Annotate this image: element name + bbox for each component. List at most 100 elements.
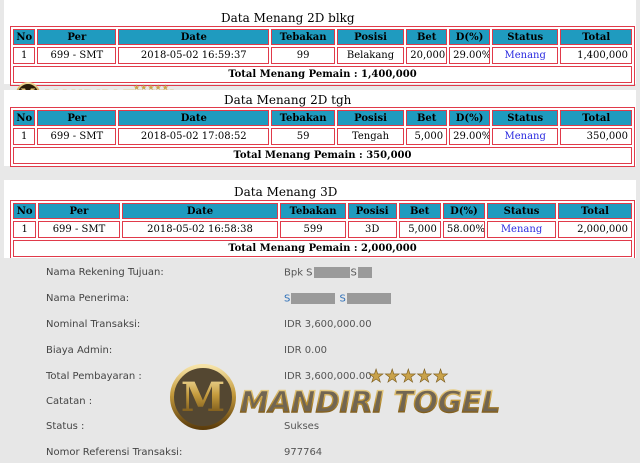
nama-penerima-name-2: S <box>339 293 346 305</box>
total-menang-label: Total Menang Pemain : 2,000,000 <box>13 240 632 257</box>
rekening-tujuan-name-2: S <box>350 267 357 279</box>
catatan-label: Catatan : <box>46 396 93 407</box>
table-header-row: No Per Date Tebakan Posisi Bet D(%) Stat… <box>13 29 632 45</box>
total-menang-label: Total Menang Pemain : 1,400,000 <box>13 66 632 83</box>
col-header: Total <box>560 29 632 45</box>
rekening-tujuan-label: Nama Rekening Tujuan: <box>46 267 164 278</box>
nomor-referensi-value: 977764 <box>284 447 323 458</box>
redaction-mask <box>313 267 350 278</box>
cell-per: 699 - SMT <box>38 221 120 238</box>
col-header: D(%) <box>449 29 490 45</box>
status-label: Status : <box>46 421 85 432</box>
nominal-transaksi-value: IDR 3,600,000.00 <box>284 319 372 330</box>
col-header: Tebakan <box>271 29 335 45</box>
table-total-row: Total Menang Pemain : 350,000 <box>13 147 632 164</box>
svg-text:MANDIRI TOGEL: MANDIRI TOGEL <box>240 385 500 419</box>
cell-total: 2,000,000 <box>557 221 632 238</box>
nama-penerima-name: S <box>284 293 291 305</box>
redaction-mask <box>357 267 372 278</box>
col-header: Status <box>491 29 559 45</box>
cell-per: 699 - SMT <box>37 47 117 64</box>
win-table-3d: No Per Date Tebakan Posisi Bet D(%) Stat… <box>10 200 635 260</box>
cell-posisi: 3D <box>347 221 397 238</box>
cell-tebakan: 599 <box>280 221 346 238</box>
table-title: Data Menang 3D <box>234 185 338 199</box>
col-header: Total <box>560 110 632 126</box>
cell-status: Menang <box>491 128 559 145</box>
total-menang-label: Total Menang Pemain : 350,000 <box>13 147 632 164</box>
nama-penerima-value: S S <box>284 293 392 305</box>
col-header: Date <box>118 29 270 45</box>
table-header-row: No Per Date Tebakan Posisi Bet D(%) Stat… <box>13 203 632 219</box>
svg-text:M: M <box>181 374 225 421</box>
col-header: Status <box>491 110 559 126</box>
col-header: Per <box>38 203 120 219</box>
col-header: Per <box>37 29 117 45</box>
col-header: Posisi <box>336 110 405 126</box>
table-header-row: No Per Date Tebakan Posisi Bet D(%) Stat… <box>13 110 632 126</box>
cell-discount: 29.00% <box>449 128 490 145</box>
col-header: No <box>13 29 36 45</box>
col-header: Date <box>121 203 279 219</box>
nominal-transaksi-label: Nominal Transaksi: <box>46 319 141 330</box>
rekening-tujuan-name: Bpk S <box>284 267 313 279</box>
cell-no: 1 <box>13 221 37 238</box>
win-table-2d-tgh: No Per Date Tebakan Posisi Bet D(%) Stat… <box>10 107 635 167</box>
nomor-referensi-label: Nomor Referensi Transaksi: <box>46 447 183 458</box>
cell-total: 1,400,000 <box>560 47 632 64</box>
win-panel-2d-tgh: Data Menang 2D tgh No Per Date Tebakan P… <box>4 90 636 167</box>
svg-text:★★★★★: ★★★★★ <box>368 366 449 387</box>
col-header: Bet <box>406 29 448 45</box>
cell-per: 699 - SMT <box>37 128 117 145</box>
cell-total: 350,000 <box>560 128 632 145</box>
transfer-details: Nama Rekening Tujuan: Bpk S S Nama Peneri… <box>0 258 640 463</box>
col-header: Tebakan <box>280 203 346 219</box>
cell-status: Menang <box>487 221 556 238</box>
col-header: Bet <box>406 110 448 126</box>
cell-status: Menang <box>491 47 559 64</box>
nama-penerima-label: Nama Penerima: <box>46 293 130 304</box>
table-title: Data Menang 2D tgh <box>224 93 352 107</box>
cell-date: 2018-05-02 16:59:37 <box>118 47 270 64</box>
table-total-row: Total Menang Pemain : 2,000,000 <box>13 240 632 257</box>
cell-bet: 20,000 <box>406 47 448 64</box>
col-header: Bet <box>398 203 441 219</box>
cell-bet: 5,000 <box>398 221 441 238</box>
table-row: 1 699 - SMT 2018-05-02 17:08:52 59 Tenga… <box>13 128 632 145</box>
cell-discount: 29.00% <box>449 47 490 64</box>
win-table-2d-blkg: No Per Date Tebakan Posisi Bet D(%) Stat… <box>10 26 635 86</box>
cell-tebakan: 99 <box>271 47 335 64</box>
cell-date: 2018-05-02 16:58:38 <box>121 221 279 238</box>
cell-posisi: Belakang <box>336 47 405 64</box>
rekening-tujuan-value: Bpk S S <box>284 267 373 279</box>
mandiri-togel-watermark-logo: M MANDIRI TOGEL ★★★★★ <box>168 362 538 432</box>
cell-posisi: Tengah <box>336 128 405 145</box>
col-header: D(%) <box>442 203 486 219</box>
cell-date: 2018-05-02 17:08:52 <box>118 128 270 145</box>
col-header: Posisi <box>336 29 405 45</box>
col-header: Status <box>487 203 556 219</box>
logo-emblem-icon: M MANDIRI TOGEL ★★★★★ <box>170 364 501 430</box>
win-panel-2d-blkg: Data Menang 2D blkg No Per Date Tebakan … <box>4 0 636 86</box>
biaya-admin-label: Biaya Admin: <box>46 345 113 356</box>
table-total-row: Total Menang Pemain : 1,400,000 <box>13 66 632 83</box>
col-header: Total <box>557 203 632 219</box>
win-panel-3d: Data Menang 3D No Per Date Tebakan Posis… <box>4 180 636 260</box>
col-header: D(%) <box>449 110 490 126</box>
col-header: Date <box>118 110 270 126</box>
table-title: Data Menang 2D blkg <box>221 11 355 25</box>
cell-bet: 5,000 <box>406 128 448 145</box>
cell-discount: 58.00% <box>442 221 486 238</box>
total-pembayaran-label: Total Pembayaran : <box>46 371 142 382</box>
table-row: 1 699 - SMT 2018-05-02 16:59:37 99 Belak… <box>13 47 632 64</box>
col-header: No <box>13 203 37 219</box>
redaction-mask <box>291 293 336 304</box>
cell-tebakan: 59 <box>271 128 335 145</box>
col-header: Posisi <box>347 203 397 219</box>
col-header: No <box>13 110 36 126</box>
col-header: Tebakan <box>271 110 335 126</box>
col-header: Per <box>37 110 117 126</box>
biaya-admin-value: IDR 0.00 <box>284 345 328 356</box>
cell-no: 1 <box>13 47 36 64</box>
redaction-mask <box>346 293 391 304</box>
